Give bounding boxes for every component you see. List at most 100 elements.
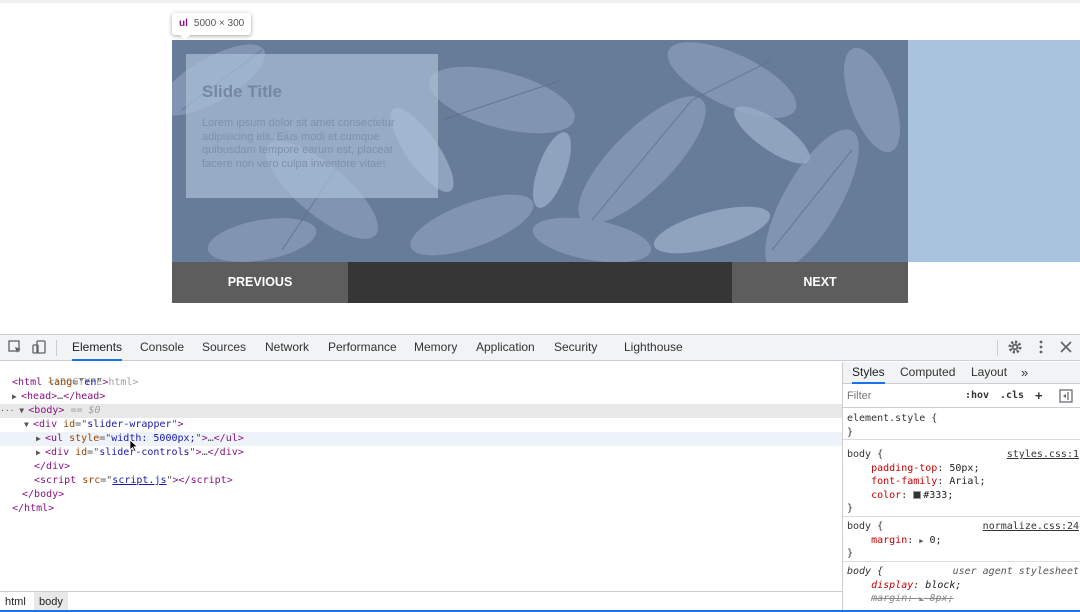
- new-style-rule-icon[interactable]: +: [1035, 388, 1043, 404]
- slide-caption-box: Slide Title Lorem ipsum dolor sit amet c…: [186, 54, 438, 198]
- close-icon[interactable]: [1058, 339, 1074, 355]
- script-src-link[interactable]: script.js: [112, 475, 166, 486]
- dom-node-html-close[interactable]: </html>: [0, 502, 842, 516]
- ul-attr-value: width: 5000px;: [111, 433, 196, 444]
- slide-image: Slide Title Lorem ipsum dolor sit amet c…: [172, 40, 908, 262]
- more-tabs-chevron-icon[interactable]: »: [1021, 362, 1028, 384]
- div-tag: div: [51, 447, 70, 458]
- more-options-icon[interactable]: [1033, 339, 1049, 355]
- mouse-cursor-icon: [129, 439, 139, 452]
- dom-node-slider-controls[interactable]: ▶ <div id="slider-controls">…</div>: [0, 446, 842, 460]
- css-property-name[interactable]: margin: [871, 535, 907, 546]
- viewport-top-edge: [0, 0, 1080, 3]
- tab-network[interactable]: Network: [265, 335, 309, 361]
- rule-source-link[interactable]: styles.css:1: [1007, 448, 1079, 462]
- expand-shorthand-icon[interactable]: ▶: [919, 595, 923, 603]
- css-property-value[interactable]: #333;: [923, 490, 953, 501]
- tab-sources[interactable]: Sources: [202, 335, 246, 361]
- rule-source-link[interactable]: normalize.css:24: [983, 520, 1079, 534]
- dom-node-slider-wrapper[interactable]: ▼ <div id="slider-wrapper">: [0, 418, 842, 432]
- tab-styles[interactable]: Styles: [852, 362, 885, 384]
- dom-node-ul[interactable]: ▶ <ul style="width: 5000px;">…</ul>: [0, 432, 842, 446]
- slide-title: Slide Title: [202, 82, 282, 101]
- tooltip-tag: ul: [179, 18, 188, 29]
- head-close-tag: head: [75, 391, 100, 402]
- breadcrumb-body[interactable]: body: [34, 592, 68, 612]
- styles-sidebar: Styles Computed Layout » :hov .cls + ele…: [842, 362, 1080, 612]
- expand-triangle-icon[interactable]: ▶: [36, 432, 45, 446]
- dom-node-body-close[interactable]: </body>: [0, 488, 842, 502]
- html-attr-value: en: [84, 377, 97, 388]
- dom-node-script[interactable]: <script src="script.js"></script>: [0, 474, 842, 488]
- next-button[interactable]: NEXT: [732, 262, 908, 303]
- dom-node-div-close[interactable]: </div>: [0, 460, 842, 474]
- html-tag: html: [18, 377, 43, 388]
- tooltip-dimensions: 5000 × 300: [193, 18, 245, 29]
- css-property-value-overridden[interactable]: 8px;: [930, 593, 954, 604]
- previous-button[interactable]: PREVIOUS: [172, 262, 348, 303]
- tab-console[interactable]: Console: [140, 335, 184, 361]
- dom-node-html[interactable]: <html lang="en">: [0, 376, 842, 390]
- css-property-name[interactable]: padding-top: [871, 463, 937, 474]
- ul-highlight-overlay: [908, 40, 1080, 262]
- tab-lighthouse[interactable]: Lighthouse: [624, 335, 683, 361]
- div-attr-name: id: [75, 447, 88, 458]
- color-swatch-icon[interactable]: [913, 490, 922, 499]
- tab-security[interactable]: Security: [554, 335, 597, 361]
- expand-triangle-icon[interactable]: ▶: [36, 446, 45, 460]
- toolbar-divider: [56, 340, 57, 356]
- inspect-element-icon[interactable]: [7, 339, 23, 355]
- css-property-value[interactable]: Arial;: [949, 476, 985, 487]
- tab-application[interactable]: Application: [476, 335, 535, 361]
- slide-text: Lorem ipsum dolor sit amet consectetur a…: [202, 117, 395, 170]
- rule-selector[interactable]: body: [847, 521, 871, 532]
- dom-node-doctype[interactable]: <!DOCTYPE html>: [0, 362, 842, 388]
- rule-selector[interactable]: body: [847, 449, 871, 460]
- rule-selector[interactable]: body: [847, 566, 871, 577]
- collapse-triangle-icon[interactable]: ▼: [24, 418, 33, 432]
- selected-node-marker: == $0: [70, 405, 101, 416]
- class-toggle[interactable]: .cls: [1000, 388, 1024, 404]
- ul-tag: ul: [51, 433, 64, 444]
- css-property-value[interactable]: block;: [925, 580, 961, 591]
- ul-attr-name: style: [69, 433, 100, 444]
- tab-computed[interactable]: Computed: [900, 362, 955, 384]
- breadcrumb-html[interactable]: html: [0, 592, 31, 612]
- settings-gear-icon[interactable]: [1007, 339, 1023, 355]
- css-property-name[interactable]: font-family: [871, 476, 937, 487]
- html-close-tag: html: [24, 503, 49, 514]
- style-rule-body-styles: body {styles.css:1 padding-top: 50px; fo…: [843, 448, 1080, 517]
- expand-triangle-icon[interactable]: ▶: [12, 390, 21, 404]
- div-attr-value: slider-controls: [99, 447, 190, 458]
- dom-node-head[interactable]: ▶ <head>…</head>: [0, 390, 842, 404]
- devtools-panel: Elements Console Sources Network Perform…: [0, 334, 1080, 612]
- css-property-name[interactable]: color: [871, 490, 901, 501]
- style-rule-element-style: element.style { }: [843, 412, 1080, 440]
- dom-node-body[interactable]: ··· ▼ <body> == $0: [0, 404, 842, 418]
- devtools-toolbar: Elements Console Sources Network Perform…: [0, 335, 1080, 361]
- styles-filter-input[interactable]: [847, 388, 957, 404]
- ul-close-tag: ul: [225, 433, 238, 444]
- css-property-name[interactable]: display: [871, 580, 913, 591]
- toggle-computed-sidebar-icon[interactable]: [1059, 389, 1073, 403]
- rule-selector[interactable]: element.style: [847, 413, 925, 424]
- elements-dom-tree: <!DOCTYPE html> <html lang="en"> ▶ <head>…: [0, 362, 842, 591]
- css-property-value[interactable]: 0;: [930, 535, 942, 546]
- tab-layout[interactable]: Layout: [971, 362, 1007, 384]
- hover-state-toggle[interactable]: :hov: [965, 388, 989, 404]
- css-property-name-overridden[interactable]: margin: [871, 593, 907, 604]
- collapse-triangle-icon[interactable]: ▼: [19, 404, 28, 418]
- expand-shorthand-icon[interactable]: ▶: [919, 537, 923, 545]
- element-inspect-tooltip: ul 5000 × 300: [172, 13, 252, 40]
- tab-elements[interactable]: Elements: [72, 335, 123, 361]
- script-close-tag: script: [190, 475, 227, 486]
- tab-memory[interactable]: Memory: [414, 335, 457, 361]
- toolbar-divider: [997, 340, 998, 356]
- html-attr-name: lang: [48, 377, 73, 388]
- device-toolbar-icon[interactable]: [31, 339, 47, 355]
- page-viewport: Slide Title Lorem ipsum dolor sit amet c…: [0, 0, 1080, 334]
- css-property-value[interactable]: 50px;: [949, 463, 979, 474]
- head-tag: head: [27, 391, 52, 402]
- tab-performance[interactable]: Performance: [328, 335, 397, 361]
- div-tag: div: [39, 419, 58, 430]
